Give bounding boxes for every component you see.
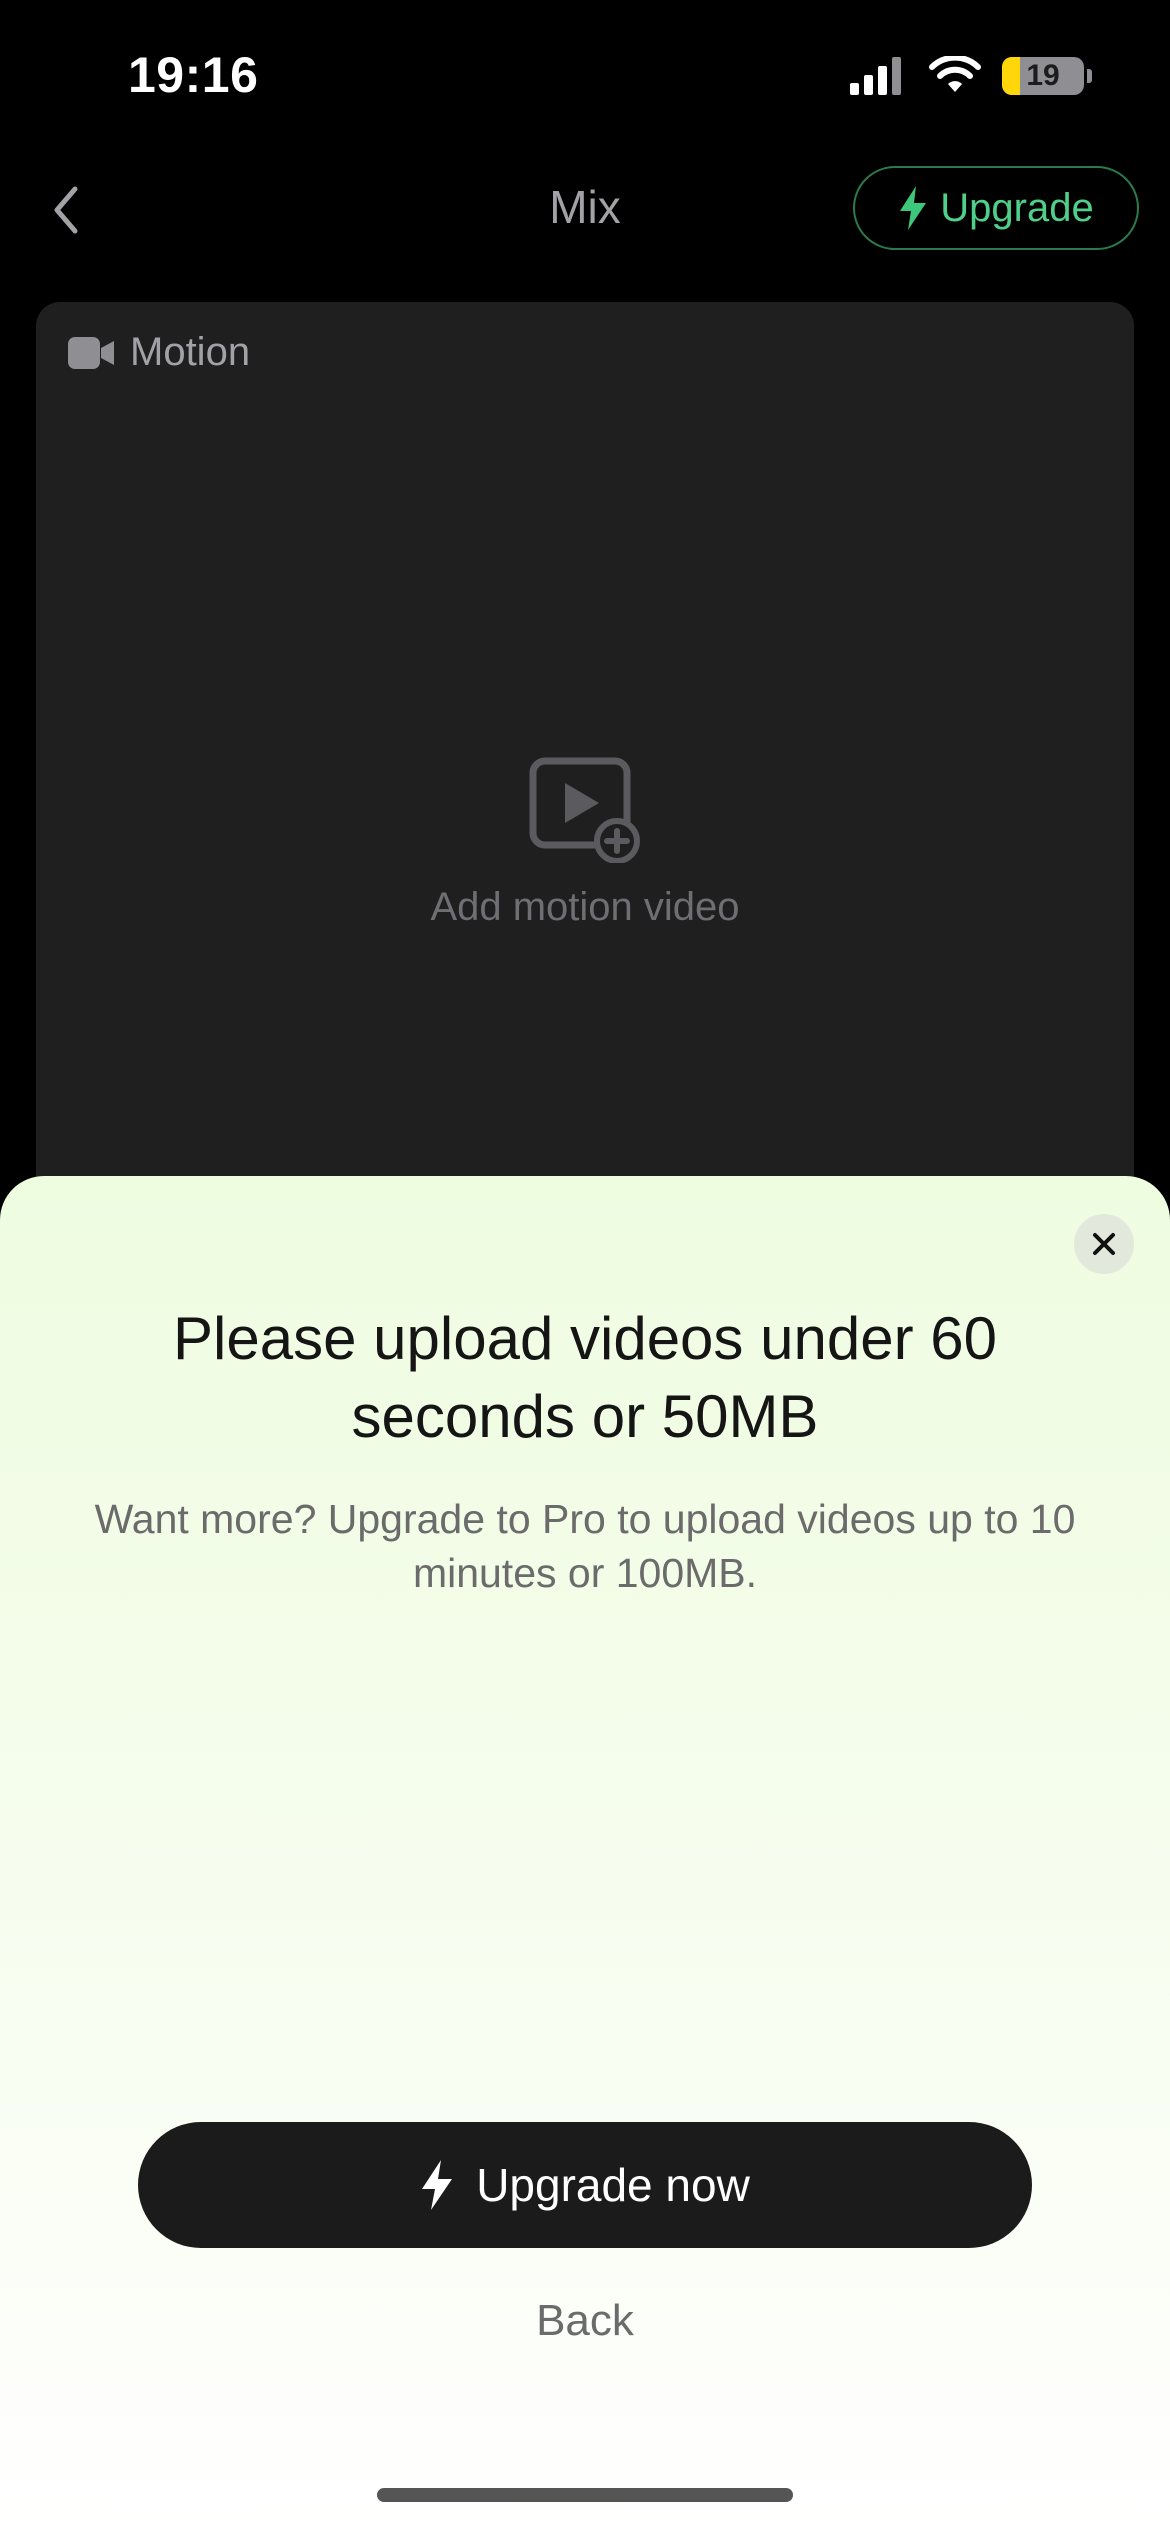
- motion-label: Motion: [130, 330, 251, 374]
- status-icons: 19: [850, 54, 1092, 98]
- sheet-subtitle: Want more? Upgrade to Pro to upload vide…: [94, 1496, 1076, 1596]
- battery-icon: 19: [1002, 57, 1084, 95]
- back-link[interactable]: Back: [0, 2296, 1170, 2346]
- wifi-icon: [929, 56, 981, 92]
- battery-cap: [1087, 69, 1092, 83]
- battery-level: 19: [1026, 59, 1060, 92]
- upgrade-bottom-sheet: Please upload videos under 60 seconds or…: [0, 1176, 1170, 2532]
- video-camera-icon: [68, 336, 114, 369]
- upgrade-button-label: Upgrade: [940, 185, 1094, 230]
- nav-bar: Mix Upgrade: [0, 150, 1170, 270]
- bolt-icon: [422, 2160, 453, 2210]
- sheet-title: Please upload videos under 60 seconds or…: [173, 1305, 997, 1450]
- status-time: 19:16: [128, 47, 259, 103]
- add-motion-video[interactable]: Add motion video: [36, 757, 1134, 930]
- upgrade-button[interactable]: Upgrade: [853, 166, 1139, 250]
- motion-video-card[interactable]: Motion Add motion video: [36, 302, 1134, 1302]
- add-motion-video-label: Add motion video: [430, 885, 740, 929]
- cellular-signal-icon: [850, 57, 901, 95]
- motion-header: Motion: [68, 330, 250, 375]
- upgrade-now-button[interactable]: Upgrade now: [138, 2122, 1032, 2248]
- home-indicator[interactable]: [377, 2488, 793, 2502]
- upgrade-now-label: Upgrade now: [476, 2159, 750, 2211]
- status-bar: 19:16 19: [0, 0, 1170, 150]
- video-add-icon: [529, 757, 640, 863]
- bolt-icon: [900, 186, 927, 230]
- close-button[interactable]: [1074, 1214, 1134, 1274]
- close-icon: [1093, 1233, 1115, 1255]
